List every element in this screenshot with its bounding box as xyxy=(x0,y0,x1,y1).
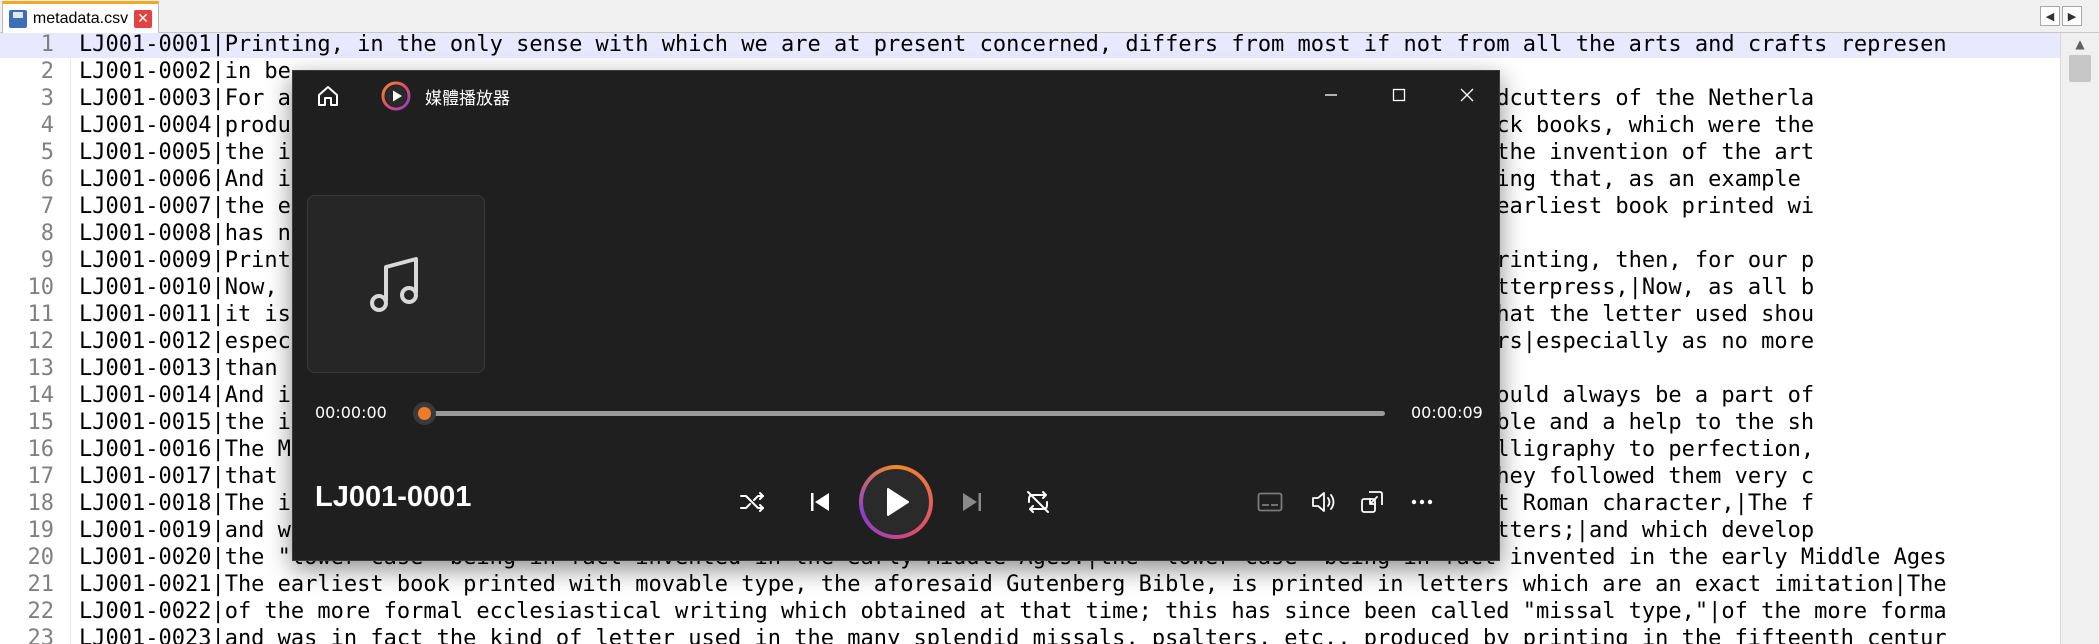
close-tab-icon[interactable]: ✕ xyxy=(134,9,152,28)
captions-button[interactable] xyxy=(1253,485,1287,519)
mini-player-button[interactable] xyxy=(1355,485,1389,519)
scrollbar-thumb[interactable] xyxy=(2069,55,2091,82)
line-number: 17 xyxy=(27,464,55,489)
line-number: 21 xyxy=(27,572,55,597)
progress-track[interactable] xyxy=(421,411,1385,416)
close-icon xyxy=(1460,88,1474,102)
line-number: 2 xyxy=(40,59,54,84)
line-text[interactable]: LJ001-0023|and was in fact the kind of l… xyxy=(79,625,1947,644)
skip-next-icon xyxy=(963,493,981,511)
splitter-handle[interactable]: ⋮ xyxy=(2093,266,2099,282)
line-number: 5 xyxy=(40,140,54,165)
minimize-icon xyxy=(1325,94,1337,96)
album-art xyxy=(307,195,485,373)
media-player-window: 媒體播放器 00:00:00 00:00:09 LJ001-0001 xyxy=(292,70,1500,561)
line-number: 12 xyxy=(27,329,55,354)
maximize-icon xyxy=(1392,88,1406,102)
line-number: 18 xyxy=(27,491,55,516)
time-total: 00:00:09 xyxy=(1411,403,1483,422)
close-button[interactable] xyxy=(1433,71,1501,119)
editor-line[interactable]: 1 LJ001-0001|Printing, in the only sense … xyxy=(0,33,2060,58)
line-number: 3 xyxy=(40,86,54,111)
more-options-icon xyxy=(1411,499,1433,505)
tab-metadata-csv[interactable]: metadata.csv ✕ xyxy=(2,1,159,33)
mini-player-icon xyxy=(1361,491,1383,513)
line-number: 14 xyxy=(27,383,55,408)
line-number: 16 xyxy=(27,437,55,462)
play-button[interactable] xyxy=(859,465,933,539)
captions-icon xyxy=(1257,492,1283,512)
line-number: 15 xyxy=(27,410,55,435)
tab-filename: metadata.csv xyxy=(32,9,129,27)
line-number: 11 xyxy=(27,302,55,327)
maximize-button[interactable] xyxy=(1365,71,1433,119)
volume-icon xyxy=(1312,492,1335,512)
track-title: LJ001-0001 xyxy=(315,481,472,513)
previous-button[interactable] xyxy=(803,485,837,519)
line-number: 4 xyxy=(40,113,54,138)
line-text[interactable]: LJ001-0002|in be xyxy=(79,58,291,85)
scroll-up-icon[interactable]: ▲ xyxy=(2068,33,2092,55)
editor-line[interactable]: 21 LJ001-0021|The earliest book printed w… xyxy=(0,571,2060,598)
line-number: 7 xyxy=(40,194,54,219)
repeat-button[interactable] xyxy=(1021,485,1055,519)
skip-previous-icon xyxy=(811,493,829,511)
line-number: 23 xyxy=(27,626,55,644)
line-number: 19 xyxy=(27,518,55,543)
editor-line[interactable]: 22 LJ001-0022|of the more formal ecclesia… xyxy=(0,598,2060,625)
more-options-button[interactable] xyxy=(1405,485,1439,519)
shuffle-button[interactable] xyxy=(735,485,769,519)
line-number: 10 xyxy=(27,275,55,300)
progress-thumb[interactable] xyxy=(412,402,436,425)
app-title: 媒體播放器 xyxy=(425,89,510,109)
time-elapsed: 00:00:00 xyxy=(315,403,387,422)
play-button-inner xyxy=(863,469,929,535)
tab-scroll-right-button[interactable]: ▶ xyxy=(2062,6,2082,26)
play-icon xyxy=(887,488,909,516)
vertical-scrollbar[interactable]: ▲ xyxy=(2060,33,2099,644)
tab-scroll-left-button[interactable]: ◀ xyxy=(2040,6,2060,26)
music-note-icon xyxy=(370,257,418,312)
line-number: 22 xyxy=(27,599,55,624)
line-text[interactable]: LJ001-0021|The earliest book printed wit… xyxy=(79,571,1947,598)
line-number: 20 xyxy=(27,545,55,570)
line-number: 13 xyxy=(27,356,55,381)
line-text[interactable]: LJ001-0013|than xyxy=(79,355,278,382)
player-title-bar[interactable]: 媒體播放器 xyxy=(293,71,1499,119)
minimize-button[interactable] xyxy=(1297,71,1365,119)
line-text[interactable]: LJ001-0008|has n xyxy=(79,220,291,247)
line-number: 6 xyxy=(40,167,54,192)
shuffle-icon xyxy=(740,492,764,512)
line-number: 9 xyxy=(40,248,54,273)
next-button[interactable] xyxy=(955,485,989,519)
editor-line[interactable]: 23 LJ001-0023|and was in fact the kind of… xyxy=(0,625,2060,644)
volume-button[interactable] xyxy=(1307,485,1341,519)
line-number: 8 xyxy=(40,221,54,246)
media-player-logo-icon xyxy=(381,81,411,111)
tab-bar: metadata.csv ✕ ◀ ▶ xyxy=(0,0,2099,33)
line-text[interactable]: LJ001-0022|of the more formal ecclesiast… xyxy=(79,598,1947,625)
line-text[interactable]: LJ001-0001|Printing, in the only sense w… xyxy=(79,33,1947,58)
home-icon[interactable] xyxy=(315,83,341,109)
line-number: 1 xyxy=(40,33,54,57)
file-saved-icon xyxy=(9,9,27,28)
repeat-icon xyxy=(1027,491,1049,513)
